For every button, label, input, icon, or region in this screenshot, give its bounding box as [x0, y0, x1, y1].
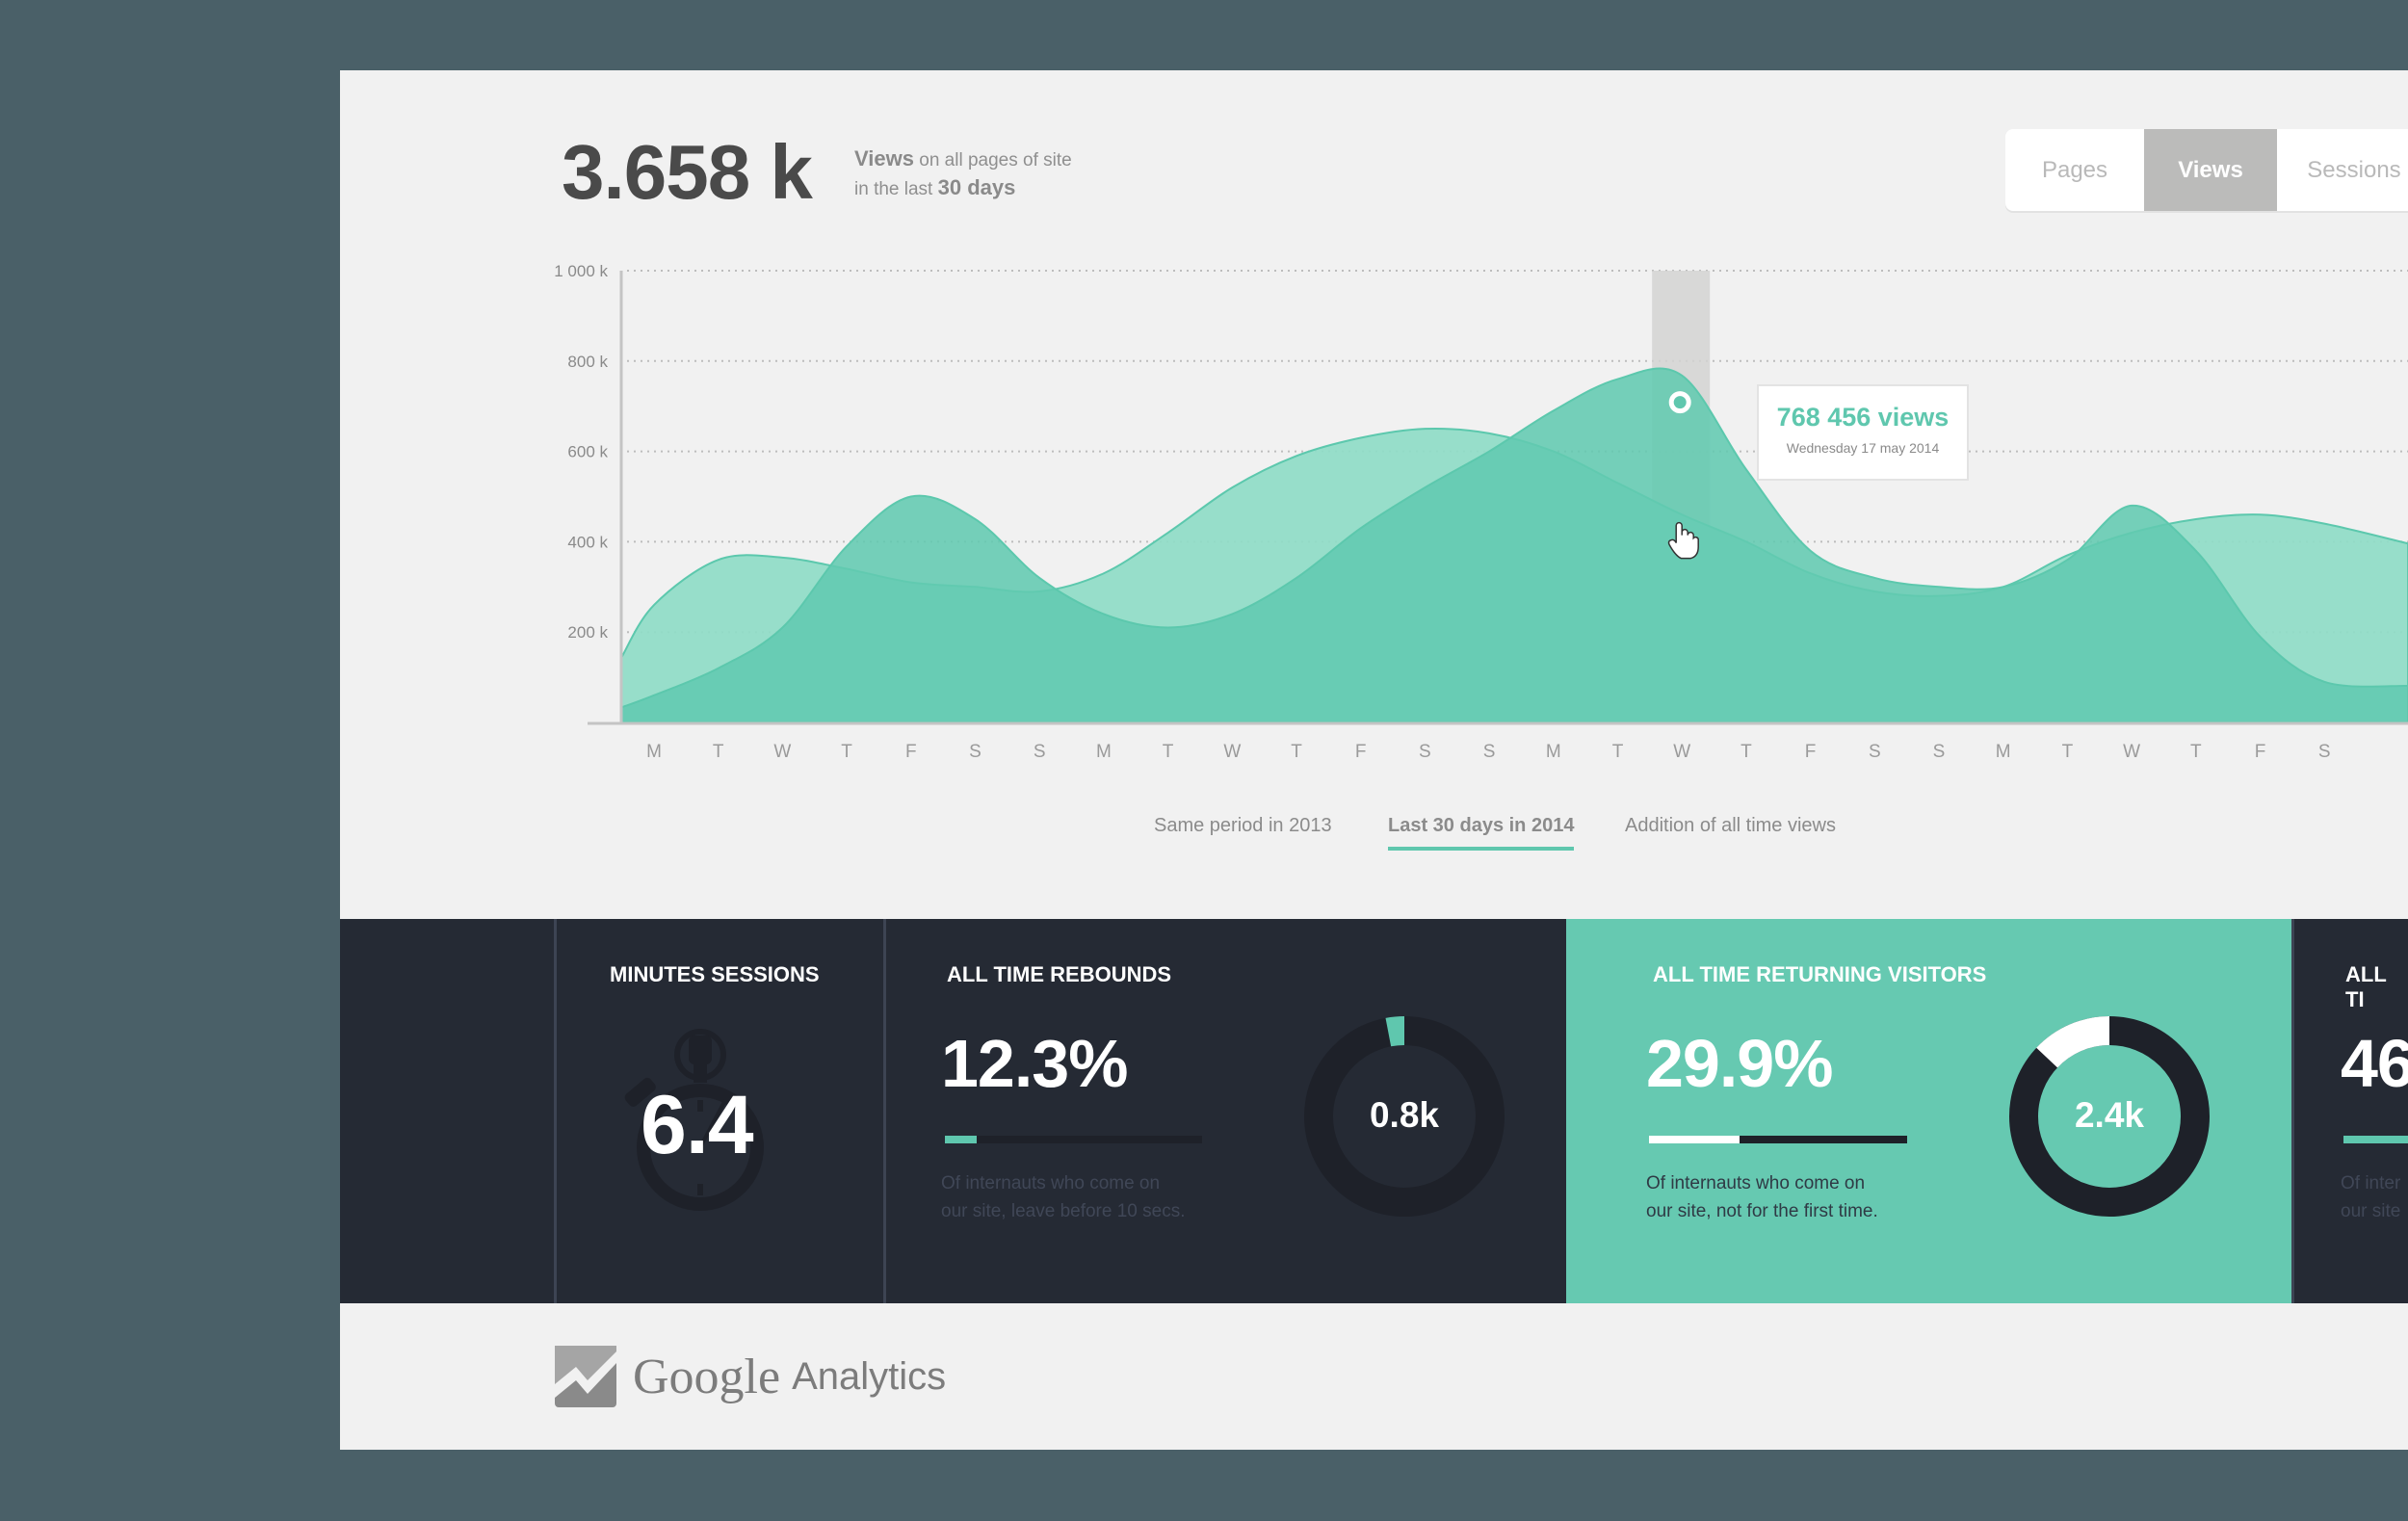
partial-desc-line1: Of inter	[2341, 1173, 2401, 1193]
rebounds-desc-line1: Of internauts who come on	[941, 1173, 1161, 1193]
legend-same-period-2013[interactable]: Same period in 2013	[1154, 815, 1332, 847]
x-tick-label: M	[1996, 742, 2011, 762]
google-analytics-logo: Google Analytics	[555, 1346, 946, 1407]
y-tick-label: 1 000 k	[554, 262, 608, 280]
rebounds-value: 12.3%	[941, 1026, 1128, 1101]
returning-description: Of internauts who come on our site, not …	[1646, 1169, 1878, 1225]
x-tick-label: S	[969, 742, 982, 762]
rebounds-progress-bar	[945, 1136, 1202, 1143]
hover-point-marker[interactable]	[1668, 391, 1691, 414]
partial-progress-bar	[2343, 1136, 2408, 1143]
analytics-chart-icon	[555, 1346, 616, 1407]
legend-all-time-views[interactable]: Addition of all time views	[1625, 815, 1836, 847]
stats-panel: MINUTES SESSIONS 6.4 ALL TIME REBOUNDS 1…	[340, 919, 2408, 1303]
x-tick-label: T	[1163, 742, 1174, 762]
x-tick-label: F	[1805, 742, 1817, 762]
rebounds-progress-fill	[945, 1136, 977, 1143]
x-tick-label: M	[1546, 742, 1561, 762]
returning-progress-fill	[1649, 1136, 1740, 1143]
y-tick-label: 400 k	[567, 533, 608, 551]
stats-divider	[554, 919, 557, 1303]
rebounds-donut-arc	[1385, 1016, 1405, 1047]
rebounds-description: Of internauts who come on our site, leav…	[941, 1169, 1185, 1225]
x-tick-label: S	[1034, 742, 1046, 762]
stats-divider	[883, 919, 886, 1303]
rebounds-desc-line2: our site, leave before 10 secs.	[941, 1201, 1186, 1221]
x-tick-label: M	[646, 742, 662, 762]
x-axis-ticks: MTWTFSSMTWTFSSMTWTFSSMTWTFS	[646, 742, 2330, 762]
y-tick-label: 800 k	[567, 353, 608, 371]
x-tick-label: M	[1096, 742, 1112, 762]
dashboard-card: 3.658 k Views on all pages of site in th…	[340, 70, 2408, 1450]
x-tick-label: T	[713, 742, 724, 762]
partial-desc-line2: our site	[2341, 1201, 2401, 1221]
x-tick-label: W	[1673, 742, 1690, 762]
x-tick-label: T	[1291, 742, 1302, 762]
returning-visitors-panel: ALL TIME RETURNING VISITORS 29.9% Of int…	[1566, 919, 2291, 1303]
area-series-2014	[620, 367, 2408, 723]
x-tick-label: W	[773, 742, 791, 762]
stats-divider	[2291, 919, 2294, 1303]
minutes-sessions-value: 6.4	[641, 1079, 754, 1171]
x-tick-label: T	[2190, 742, 2202, 762]
rebounds-title: ALL TIME REBOUNDS	[947, 962, 1172, 986]
x-tick-label: S	[1869, 742, 1881, 762]
x-tick-label: T	[1741, 742, 1752, 762]
minutes-sessions-title: MINUTES SESSIONS	[610, 962, 820, 986]
x-tick-label: T	[2062, 742, 2074, 762]
logo-analytics-text: Analytics	[792, 1354, 947, 1398]
legend-last-30-days-2014[interactable]: Last 30 days in 2014	[1388, 815, 1575, 851]
returning-desc-line2: our site, not for the first time.	[1646, 1201, 1878, 1221]
rebounds-donut-label: 0.8k	[1369, 1095, 1439, 1135]
x-tick-label: W	[1223, 742, 1241, 762]
logo-google-text: Google	[633, 1349, 781, 1404]
returning-donut-arc	[2036, 1016, 2110, 1068]
tooltip-value: 768 456 views	[1776, 403, 1950, 432]
returning-donut-label: 2.4k	[2074, 1095, 2144, 1135]
x-tick-label: F	[2255, 742, 2266, 762]
returning-progress-bar	[1649, 1136, 1907, 1143]
tooltip-date: Wednesday 17 may 2014	[1786, 440, 1940, 456]
y-tick-label: 600 k	[567, 443, 608, 461]
returning-title: ALL TIME RETURNING VISITORS	[1653, 962, 1987, 986]
x-tick-label: S	[1933, 742, 1946, 762]
x-tick-label: S	[2318, 742, 2331, 762]
x-tick-label: T	[1612, 742, 1624, 762]
x-tick-label: F	[905, 742, 917, 762]
x-tick-label: W	[2123, 742, 2140, 762]
partial-description: Of inter our site	[2341, 1169, 2400, 1225]
x-tick-label: S	[1483, 742, 1496, 762]
x-tick-label: T	[841, 742, 852, 762]
chart-tooltip: 768 456 views Wednesday 17 may 2014	[1757, 384, 1969, 481]
returning-desc-line1: Of internauts who come on	[1646, 1173, 1866, 1193]
returning-value: 29.9%	[1646, 1026, 1833, 1101]
x-tick-label: F	[1355, 742, 1367, 762]
x-tick-label: S	[1419, 742, 1431, 762]
partial-panel-value: 46	[2341, 1026, 2408, 1101]
y-tick-label: 200 k	[567, 623, 608, 642]
partial-panel-title: ALL TI	[2345, 962, 2387, 1011]
y-axis-ticks: 200 k 400 k 600 k 800 k 1 000 k	[554, 262, 608, 642]
views-area-chart: 200 k 400 k 600 k 800 k 1 000 k M T W T F S S M T W T F…	[554, 262, 2408, 762]
